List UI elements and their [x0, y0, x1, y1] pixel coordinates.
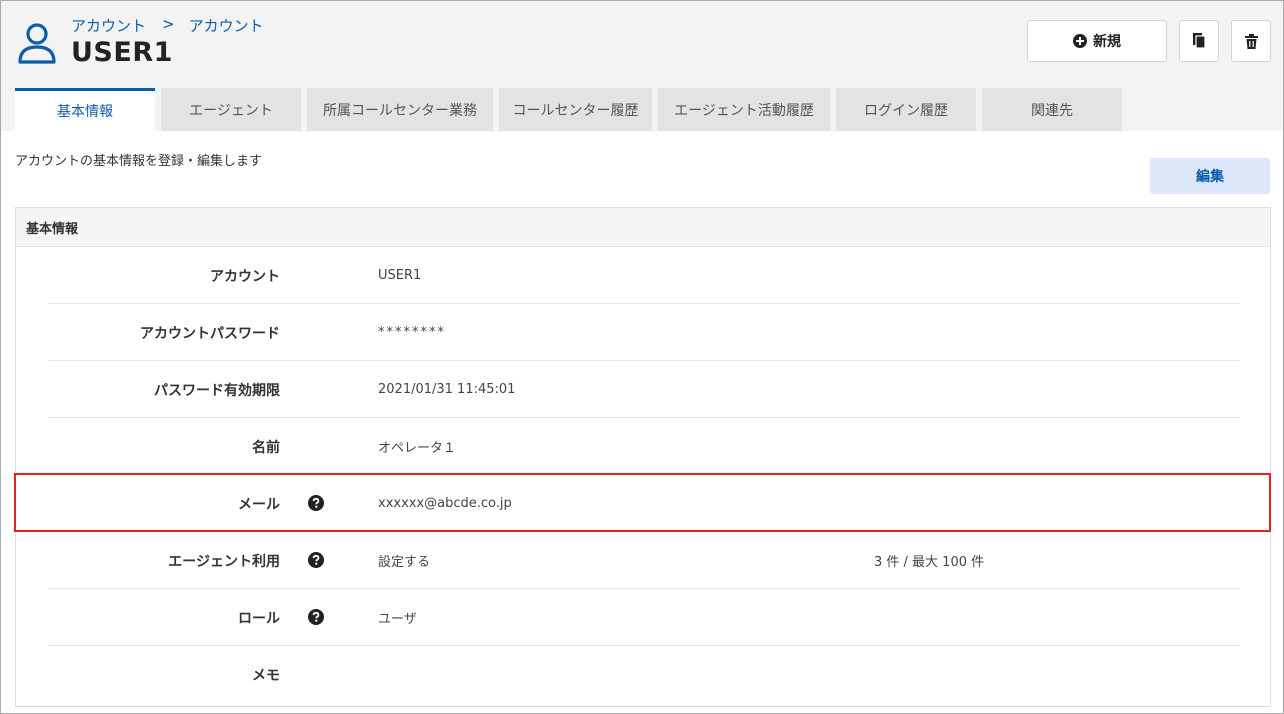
field-row-role: ロール ユーザ [48, 589, 1240, 646]
help-icon[interactable] [308, 609, 324, 625]
new-button[interactable]: 新規 [1027, 20, 1167, 62]
tab-login-history[interactable]: ログイン履歴 [836, 88, 976, 131]
field-row-account: アカウント USER1 [48, 247, 1240, 304]
tab-agent[interactable]: エージェント [161, 88, 301, 131]
field-label: アカウント [210, 268, 280, 285]
breadcrumb-item[interactable]: アカウント [71, 15, 146, 36]
field-label: 名前 [252, 439, 280, 456]
tab-agent-activity-history[interactable]: エージェント活動履歴 [658, 88, 830, 131]
field-value: ユーザ [378, 612, 417, 627]
page-title: USER1 [71, 37, 173, 68]
field-value: オペレータ１ [378, 441, 457, 456]
field-label: アカウントパスワード [140, 325, 280, 342]
edit-button[interactable]: 編集 [1150, 158, 1270, 194]
field-row-password-expiry: パスワード有効期限 2021/01/31 11:45:01 [48, 361, 1240, 418]
help-icon[interactable] [308, 495, 324, 511]
tab-related[interactable]: 関連先 [982, 88, 1122, 131]
copy-button[interactable] [1179, 20, 1219, 62]
field-value: ******** [378, 325, 446, 340]
agent-count: 3 件 / 最大 100 件 [874, 555, 985, 570]
field-value: 2021/01/31 11:45:01 [378, 382, 516, 397]
field-row-name: 名前 オペレータ１ [48, 418, 1240, 475]
copy-icon [1193, 33, 1206, 49]
breadcrumb-separator: > [162, 15, 175, 33]
new-button-label: 新規 [1093, 34, 1121, 50]
app-window: アカウント > アカウント USER1 新規 基本情報 エージェント 所属コール… [0, 0, 1284, 714]
field-row-memo: メモ [48, 646, 1240, 703]
field-value: xxxxxx@abcde.co.jp [378, 496, 512, 511]
user-icon [18, 23, 56, 64]
field-row-password: アカウントパスワード ******** [48, 304, 1240, 361]
panel-title: 基本情報 [16, 208, 1270, 247]
breadcrumb: アカウント > アカウント [71, 15, 264, 36]
trash-icon [1244, 33, 1258, 49]
field-value: 設定する [378, 555, 431, 570]
tab-call-center-business[interactable]: 所属コールセンター業務 [307, 88, 493, 131]
field-label: メモ [252, 667, 280, 684]
tab-bar: 基本情報 エージェント 所属コールセンター業務 コールセンター履歴 エージェント… [15, 88, 1122, 131]
field-value: USER1 [378, 268, 422, 283]
field-row-agent-usage: エージェント利用 設定する 3 件 / 最大 100 件 [48, 532, 1240, 589]
basic-info-panel: 基本情報 アカウント USER1 アカウントパスワード ******** パスワ… [15, 207, 1271, 707]
help-icon[interactable] [308, 552, 324, 568]
field-label: エージェント利用 [168, 553, 280, 570]
field-row-email: メール xxxxxx@abcde.co.jp [48, 475, 1240, 532]
page-description: アカウントの基本情報を登録・編集します [15, 154, 263, 169]
field-label: パスワード有効期限 [154, 382, 280, 399]
delete-button[interactable] [1231, 20, 1271, 62]
field-label: ロール [238, 610, 280, 627]
field-label: メール [238, 496, 280, 513]
plus-circle-icon [1073, 34, 1087, 48]
tab-basic-info[interactable]: 基本情報 [15, 88, 155, 131]
page-header: アカウント > アカウント USER1 新規 基本情報 エージェント 所属コール… [1, 1, 1283, 131]
breadcrumb-item[interactable]: アカウント [189, 15, 264, 36]
tab-call-center-history[interactable]: コールセンター履歴 [499, 88, 652, 131]
